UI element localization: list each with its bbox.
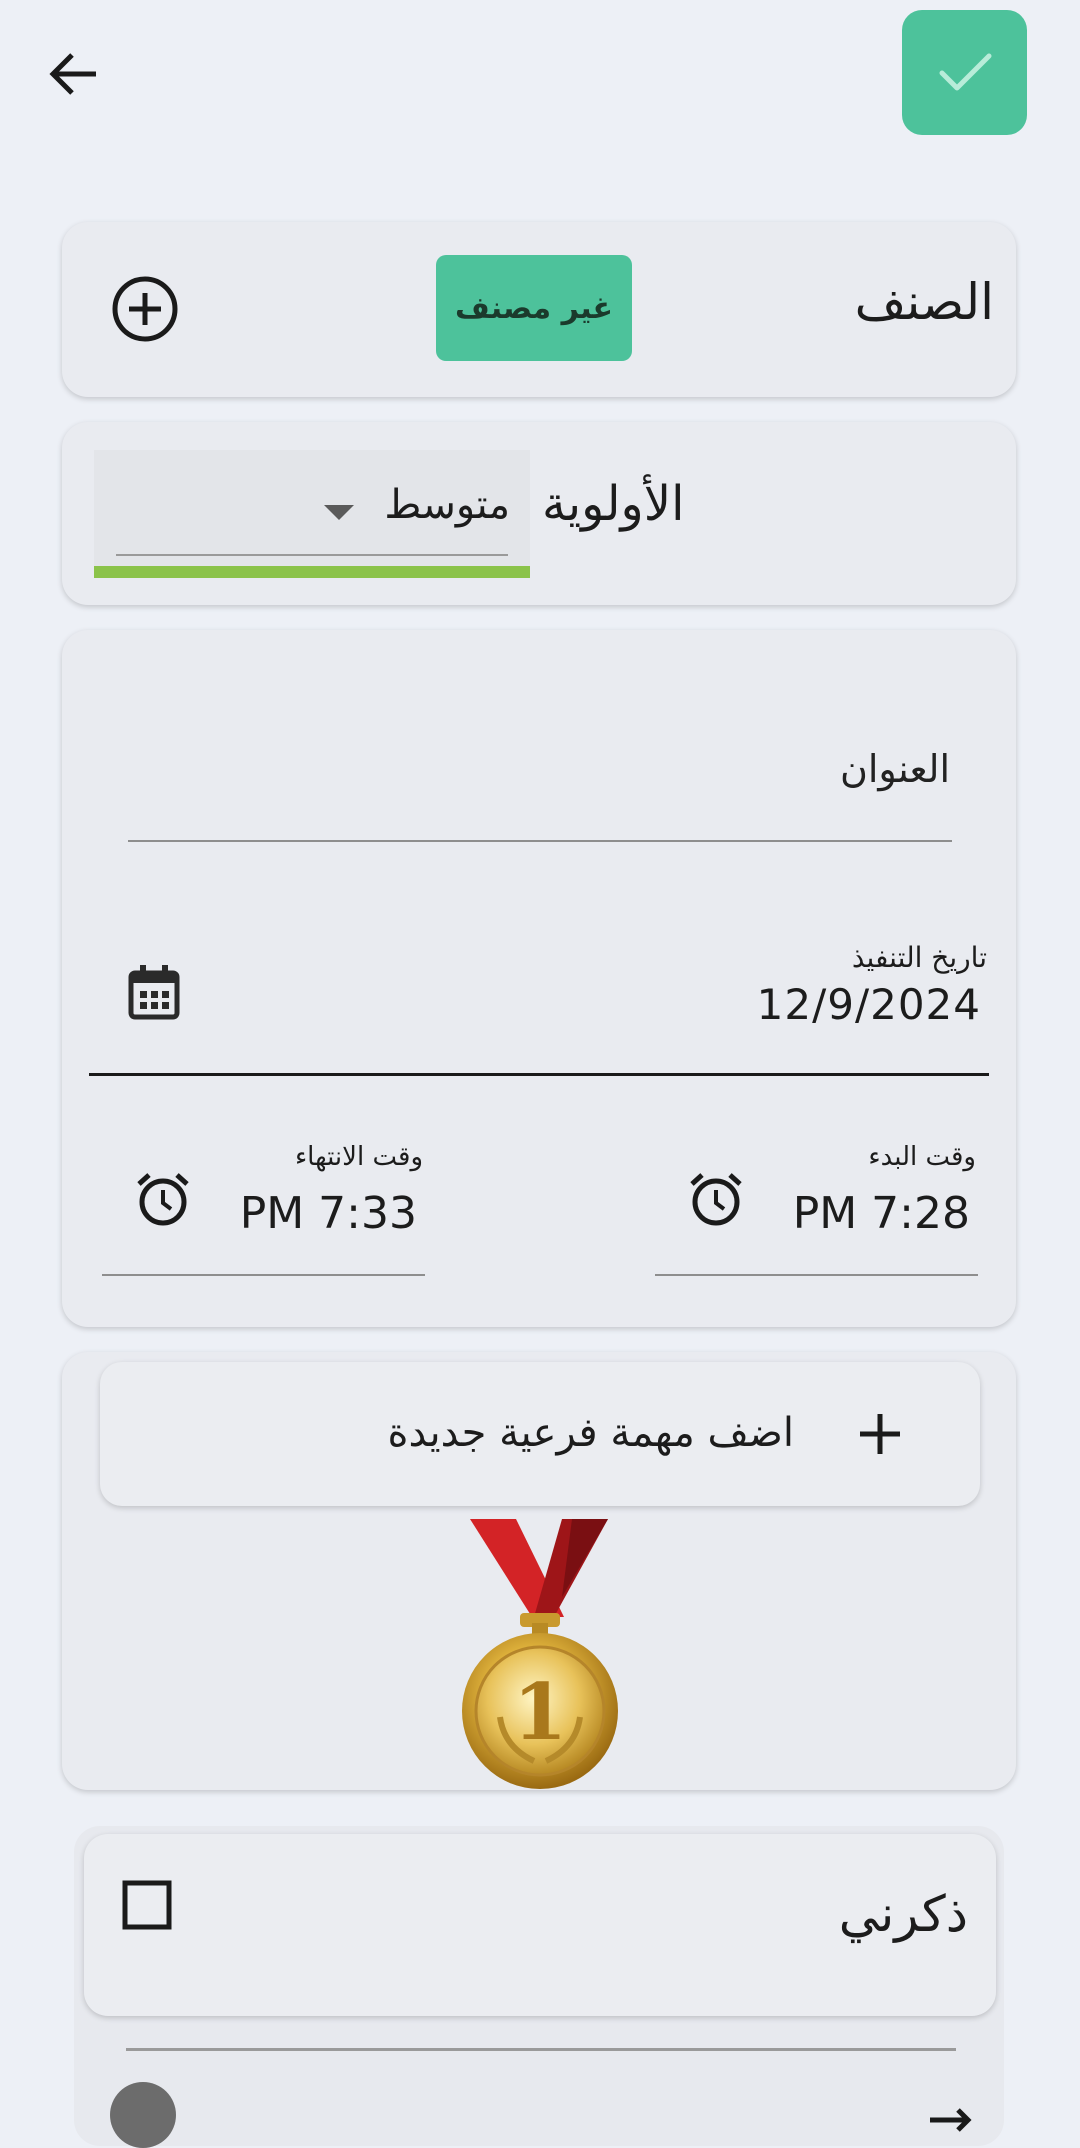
category-card: الصنف غير مصنف: [62, 222, 1016, 397]
repeat-icon[interactable]: [926, 2106, 974, 2146]
check-icon: [939, 53, 992, 91]
reminder-divider: [126, 2048, 956, 2051]
avatar: [110, 2082, 176, 2148]
execution-date-label: تاريخ التنفيذ: [851, 941, 987, 974]
start-time-field[interactable]: وقت البدء PM 7:28: [653, 1130, 978, 1276]
add-subtask-button[interactable]: اضف مهمة فرعية جديدة: [100, 1362, 980, 1506]
execution-date-field[interactable]: تاريخ التنفيذ 12/9/2024: [89, 940, 989, 1078]
priority-label: الأولوية: [542, 476, 685, 532]
priority-selected-value: متوسط: [384, 482, 510, 528]
end-time-field[interactable]: وقت الانتهاء PM 7:33: [100, 1130, 425, 1276]
priority-color-bar: [94, 566, 530, 578]
end-time-underline: [102, 1274, 425, 1276]
title-underline: [128, 840, 952, 842]
start-time-underline: [655, 1274, 978, 1276]
category-chip[interactable]: غير مصنف: [436, 255, 632, 361]
title-input[interactable]: العنوان: [128, 700, 952, 842]
plus-icon: [860, 1414, 900, 1454]
task-details-card: العنوان تاريخ التنفيذ 12/9/2024 وقت البد…: [62, 630, 1016, 1327]
dropdown-underline: [116, 554, 508, 556]
dropdown-arrow-icon: [324, 505, 354, 520]
execution-date-line: [89, 1073, 989, 1076]
priority-dropdown[interactable]: متوسط: [94, 450, 530, 578]
category-label: الصنف: [854, 273, 994, 331]
start-time-value: PM 7:28: [792, 1188, 970, 1239]
execution-date-value: 12/9/2024: [756, 980, 981, 1029]
add-subtask-label: اضف مهمة فرعية جديدة: [387, 1410, 794, 1456]
add-circle-icon: [112, 276, 178, 342]
alarm-clock-icon: [690, 1173, 742, 1226]
back-button[interactable]: [40, 40, 108, 108]
reminder-label: ذكرني: [838, 1885, 968, 1943]
category-chip-label: غير مصنف: [455, 290, 613, 326]
priority-card: الأولوية متوسط: [62, 422, 1016, 605]
start-time-label: وقت البدء: [868, 1142, 976, 1172]
reminder-card: ذكرني: [74, 1826, 1004, 2148]
add-category-button[interactable]: [110, 274, 180, 344]
end-time-label: وقت الانتهاء: [294, 1142, 423, 1172]
save-button[interactable]: [902, 10, 1027, 135]
gold-medal-icon: 1: [462, 1519, 618, 1789]
calendar-icon[interactable]: [127, 965, 181, 1021]
end-time-value: PM 7:33: [239, 1188, 417, 1239]
alarm-clock-icon: [137, 1173, 189, 1226]
checkbox-icon[interactable]: [122, 1880, 172, 1930]
subtasks-card: اضف مهمة فرعية جديدة 1: [62, 1352, 1016, 1790]
title-placeholder: العنوان: [839, 747, 950, 791]
arrow-left-icon: [49, 53, 96, 95]
reminder-row[interactable]: ذكرني: [84, 1834, 996, 2016]
medal-number: 1: [513, 1667, 567, 1758]
